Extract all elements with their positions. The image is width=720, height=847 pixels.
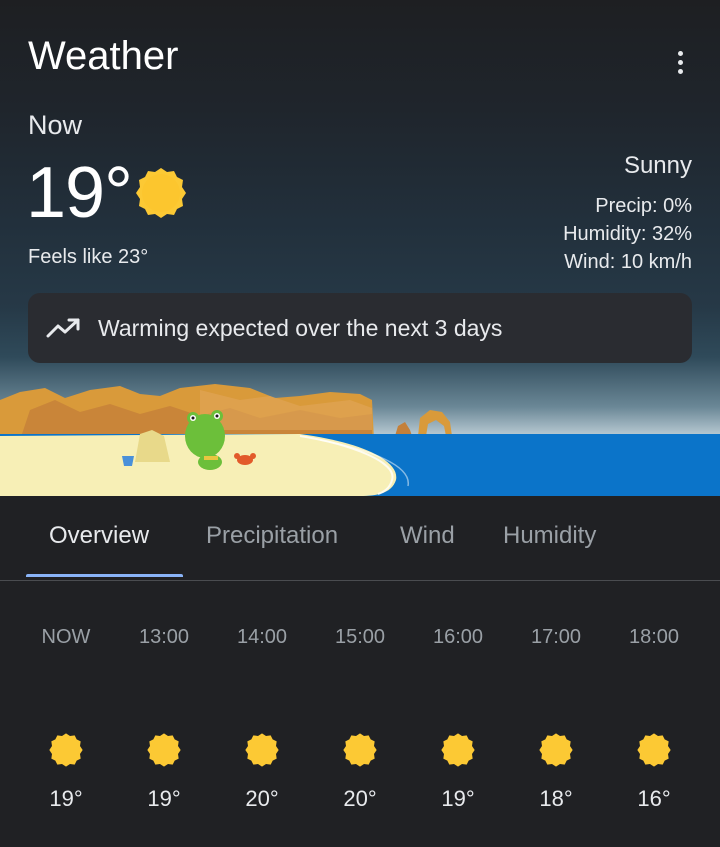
tab-overview[interactable]: Overview <box>49 522 149 550</box>
sun-icon <box>136 168 186 218</box>
weather-alert-card[interactable]: Warming expected over the next 3 days <box>28 293 692 363</box>
hour-temp: 19° <box>441 786 475 811</box>
active-tab-indicator <box>26 574 183 577</box>
humidity-text: Humidity: 32% <box>563 223 692 245</box>
app-title: Weather <box>28 34 179 78</box>
hour-temp: 20° <box>343 786 377 811</box>
precip-text: Precip: 0% <box>595 195 692 217</box>
more-options-icon[interactable] <box>664 46 696 78</box>
hour-time: 17:00 <box>530 626 582 648</box>
tab-humidity[interactable]: Humidity <box>503 522 596 550</box>
hour-temp: 18° <box>539 786 573 811</box>
wind-text: Wind: 10 km/h <box>564 251 692 273</box>
tab-precipitation[interactable]: Precipitation <box>206 522 338 550</box>
current-temperature: 19° <box>26 153 133 233</box>
hour-temp: 19° <box>49 786 83 811</box>
beach-illustration <box>0 384 720 496</box>
sun-icon <box>49 733 83 767</box>
sun-icon <box>637 733 671 767</box>
hour-time: 13:00 <box>138 626 190 648</box>
sun-icon <box>539 733 573 767</box>
tab-wind[interactable]: Wind <box>400 522 455 550</box>
alert-text: Warming expected over the next 3 days <box>98 314 503 341</box>
hour-time: 15:00 <box>334 626 386 648</box>
hour-time: NOW <box>41 626 91 648</box>
hour-temp: 20° <box>245 786 279 811</box>
hour-temp: 16° <box>637 786 671 811</box>
trending-up-icon <box>46 318 80 338</box>
hour-time: 18:00 <box>628 626 680 648</box>
hour-time: 14:00 <box>236 626 288 648</box>
conditions-summary: Sunny Precip: 0% Humidity: 32% Wind: 10 … <box>563 152 692 276</box>
weather-hero: Weather Now 19° Feels like 23° Sunny Pre… <box>0 0 720 496</box>
sun-icon <box>245 733 279 767</box>
sun-icon <box>343 733 377 767</box>
hour-time: 16:00 <box>432 626 484 648</box>
sun-icon <box>147 733 181 767</box>
now-label: Now <box>28 110 83 140</box>
tab-bar: Overview Precipitation Wind Humidity <box>0 496 720 581</box>
condition-text: Sunny <box>623 152 692 179</box>
sun-icon <box>441 733 475 767</box>
hour-temp: 19° <box>147 786 181 811</box>
feels-like: Feels like 23° <box>28 246 149 268</box>
